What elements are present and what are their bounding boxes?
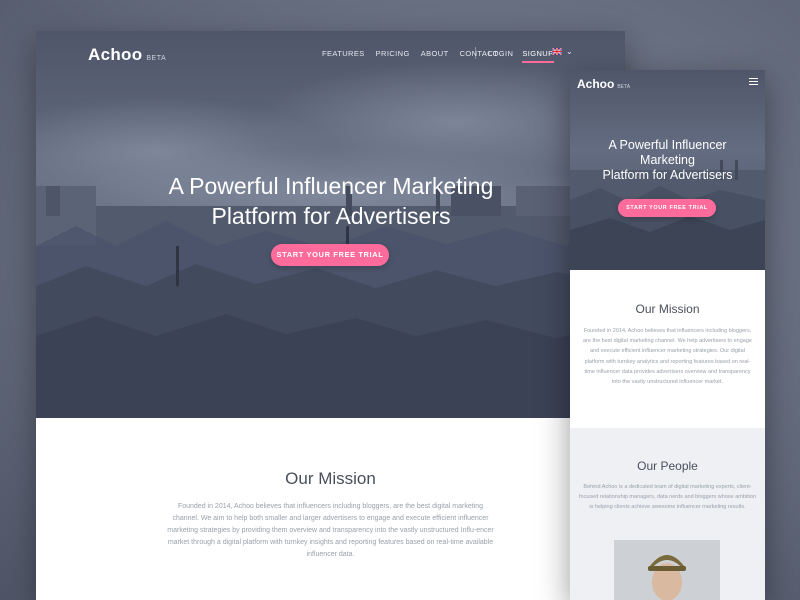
mobile-people-text: Behind Achoo is a dedicated team of digi… [578, 484, 757, 511]
mobile-hero-title: A Powerful Influencer Marketing Platform… [575, 138, 760, 183]
nav-link-pricing[interactable]: PRICING [376, 49, 410, 58]
brand-logo[interactable]: Achoo BETA [88, 45, 166, 65]
mobile-hero-title-line-3: Platform for Advertisers [602, 168, 733, 182]
desktop-mockup: Achoo BETA FEATURES PRICING ABOUT CONTACT… [36, 31, 625, 600]
login-link[interactable]: LOGIN [488, 49, 513, 63]
mobile-people-section: Our People Behind Achoo is a dedicated t… [570, 428, 765, 600]
mobile-hero-title-line-2: Marketing [640, 153, 695, 167]
mobile-mission-text: Founded in 2014, Achoo believes that inf… [583, 328, 752, 386]
mission-title: Our Mission [285, 469, 376, 488]
start-free-trial-button[interactable]: START YOUR FREE TRIAL [271, 244, 389, 266]
mobile-brand-logo[interactable]: Achoo BETA [577, 75, 630, 93]
mobile-logo-text: Achoo [577, 77, 615, 91]
uk-flag-icon[interactable] [552, 48, 562, 55]
mission-text: Founded in 2014, Achoo believes that inf… [167, 503, 494, 558]
mobile-hero-title-line-1: A Powerful Influencer [608, 138, 727, 152]
signup-link[interactable]: SIGNUP [522, 49, 554, 63]
hero-title: A Powerful Influencer Marketing Platform… [96, 171, 566, 231]
person-portrait [614, 540, 720, 600]
nav-link-features[interactable]: FEATURES [322, 49, 365, 58]
hamburger-icon[interactable] [749, 78, 758, 87]
hero-title-line-2: Platform for Advertisers [211, 203, 451, 229]
hero-title-line-1: A Powerful Influencer Marketing [168, 173, 494, 199]
logo-text: Achoo [88, 45, 143, 64]
mobile-beta-badge: BETA [617, 84, 631, 90]
hero-section: Achoo BETA FEATURES PRICING ABOUT CONTACT… [36, 31, 625, 418]
beta-badge: BETA [146, 55, 167, 62]
chevron-down-icon[interactable]: ⌄ [566, 47, 573, 56]
nav-divider [475, 47, 476, 59]
nav-link-about[interactable]: ABOUT [421, 49, 449, 58]
mobile-mission-section: Our Mission Founded in 2014, Achoo belie… [570, 270, 765, 428]
mobile-hero-section: Achoo BETA A Powerful Influencer Marketin… [570, 70, 765, 270]
mobile-start-free-trial-button[interactable]: START YOUR FREE TRIAL [618, 199, 716, 217]
mobile-mission-title: Our Mission [635, 302, 700, 316]
main-menu: FEATURES PRICING ABOUT CONTACT [322, 49, 509, 58]
top-navigation: Achoo BETA FEATURES PRICING ABOUT CONTACT… [36, 31, 625, 77]
mobile-mockup: Achoo BETA A Powerful Influencer Marketin… [570, 70, 765, 600]
team-member-photo [614, 540, 720, 600]
mobile-people-title: Our People [637, 459, 698, 473]
